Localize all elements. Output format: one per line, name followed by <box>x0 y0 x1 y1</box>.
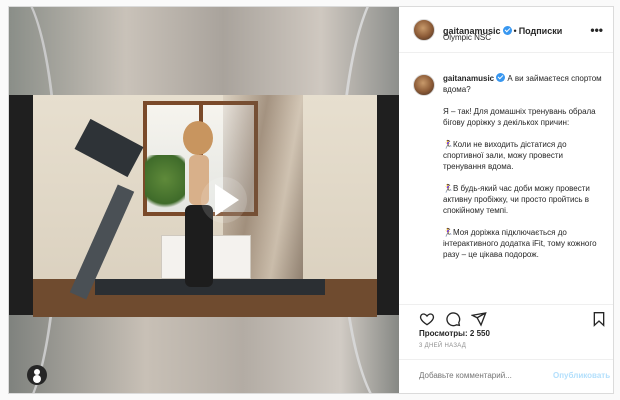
verified-badge-icon <box>502 26 512 35</box>
location-link[interactable]: Olympic NSC <box>443 33 491 42</box>
publish-button[interactable]: Опубликовать <box>553 371 610 380</box>
play-icon[interactable] <box>201 177 247 223</box>
caption-avatar[interactable] <box>413 74 435 96</box>
caption-paragraph-4: 🏃‍♀️В будь-який час доби можу провести а… <box>443 184 590 215</box>
post-timestamp[interactable]: 3 ДНЕЙ НАЗАД <box>419 343 466 349</box>
blurred-video-background-top <box>9 7 399 95</box>
comment-bar: Опубликовать <box>399 359 613 393</box>
caption-paragraph-3: 🏃‍♀️Коли не виходить дістатися до спорти… <box>443 140 567 171</box>
post-media[interactable] <box>9 7 399 393</box>
caption-paragraph-5: 🏃‍♀️Моя доріжка підключається до інтерак… <box>443 228 597 259</box>
follow-button[interactable]: Подписки <box>519 26 563 36</box>
blurred-video-background-bottom <box>9 315 399 393</box>
post-card: gaitanamusic • Подписки Olympic NSC ••• ga… <box>8 6 614 394</box>
post-actions <box>399 304 613 332</box>
post-side-panel: gaitanamusic • Подписки Olympic NSC ••• ga… <box>399 7 613 393</box>
avatar[interactable] <box>413 19 435 41</box>
comment-input[interactable] <box>419 371 549 380</box>
user-tag-icon[interactable] <box>27 365 47 385</box>
heart-icon[interactable] <box>419 311 435 327</box>
caption-text: gaitanamusic А ви займаєтеся спортом вдо… <box>443 73 603 271</box>
header-separator: • <box>513 26 517 36</box>
post-header: gaitanamusic • Подписки Olympic NSC ••• <box>399 7 613 53</box>
views-count[interactable]: Просмотры: 2 550 <box>419 329 490 338</box>
caption-paragraph-2: Я – так! Для домашніх тренувань обрала б… <box>443 107 596 127</box>
comment-icon[interactable] <box>445 311 461 327</box>
more-options-icon[interactable]: ••• <box>590 23 603 37</box>
video-frame[interactable] <box>33 95 377 317</box>
caption-verified-badge-icon <box>496 73 506 82</box>
bookmark-icon[interactable] <box>591 311 607 327</box>
paper-plane-icon[interactable] <box>470 311 487 327</box>
caption-area: gaitanamusic А ви займаєтеся спортом вдо… <box>399 54 613 304</box>
caption-username[interactable]: gaitanamusic <box>443 74 494 83</box>
